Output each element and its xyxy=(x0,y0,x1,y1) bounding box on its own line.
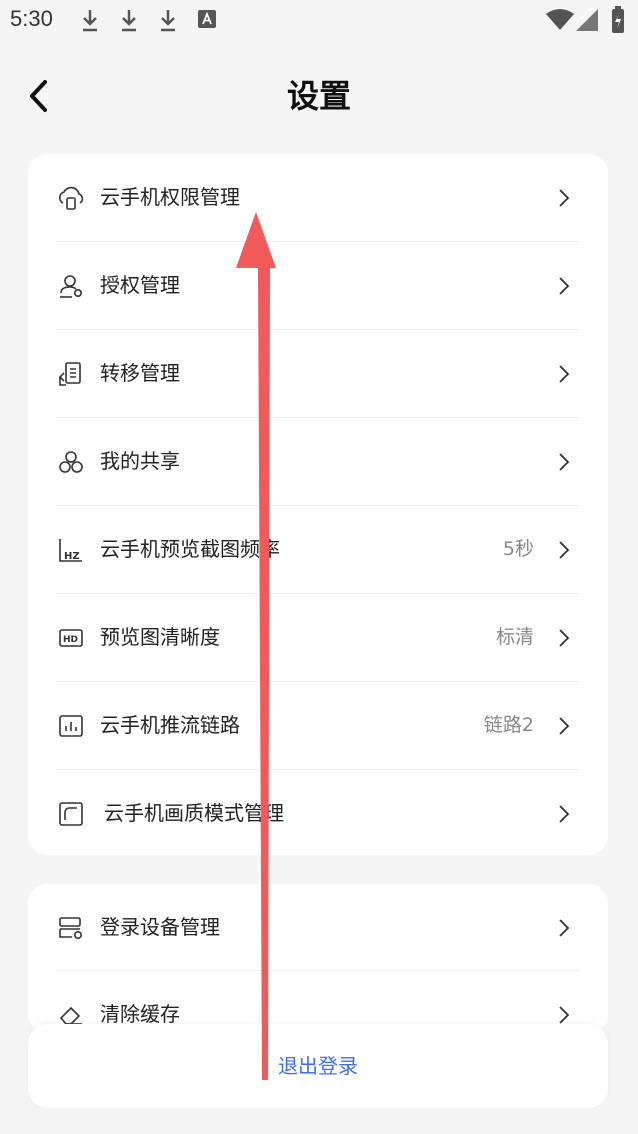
wifi-icon xyxy=(546,9,574,30)
row-value: 标清 xyxy=(495,626,534,648)
chevron-right-icon xyxy=(559,805,570,823)
chevron-right-icon xyxy=(559,717,570,735)
settings-row-login-devices[interactable]: 登录设备管理 xyxy=(28,884,608,971)
chevron-right-icon xyxy=(559,189,570,207)
svg-text:HZ: HZ xyxy=(64,551,80,562)
settings-card-secondary: 登录设备管理 清除缓存 xyxy=(28,884,608,1034)
row-value: 链路2 xyxy=(483,714,534,736)
download-icon xyxy=(161,10,175,32)
hd-icon: HD xyxy=(59,629,83,647)
settings-row-cloud-phone-permissions[interactable]: 云手机权限管理 xyxy=(28,154,608,241)
settings-row-my-share[interactable]: 我的共享 xyxy=(28,418,608,505)
settings-row-preview-clarity[interactable]: HD 预览图清晰度 标清 xyxy=(28,594,608,681)
chevron-right-icon xyxy=(559,277,570,295)
row-value: 5秒 xyxy=(502,538,534,560)
row-label: 转移管理 xyxy=(100,361,180,385)
battery-icon xyxy=(612,6,624,33)
row-label: 云手机权限管理 xyxy=(100,185,240,209)
download-icon xyxy=(122,10,136,32)
transfer-icon xyxy=(58,362,81,386)
row-label: 云手机推流链路 xyxy=(100,713,240,737)
status-bar: 5:30 xyxy=(0,0,638,44)
settings-row-transfer[interactable]: 转移管理 xyxy=(28,330,608,417)
settings-row-authorization[interactable]: 授权管理 xyxy=(28,242,608,329)
chevron-right-icon xyxy=(559,629,570,647)
chevron-right-icon xyxy=(559,541,570,559)
status-time: 5:30 xyxy=(10,6,53,31)
chevron-right-icon xyxy=(559,453,570,471)
row-label: 云手机预览截图频率 xyxy=(100,537,280,561)
quality-mode-icon xyxy=(59,802,83,826)
settings-card-main: 云手机权限管理 授权管理 转移管理 我的共享 HZ 云手机预览截图频率 5秒 H… xyxy=(28,154,608,855)
chart-link-icon xyxy=(59,715,83,737)
a-badge-icon xyxy=(198,10,216,28)
settings-row-preview-screenshot-frequency[interactable]: HZ 云手机预览截图频率 5秒 xyxy=(28,506,608,593)
signal-icon xyxy=(576,9,598,31)
share-icon xyxy=(59,451,83,473)
svg-text:HD: HD xyxy=(63,635,78,645)
row-label: 预览图清晰度 xyxy=(100,625,220,649)
chevron-right-icon xyxy=(559,1006,570,1024)
hz-frequency-icon: HZ xyxy=(59,539,82,562)
user-settings-icon xyxy=(60,275,82,298)
row-label: 云手机画质模式管理 xyxy=(104,801,284,825)
row-label: 登录设备管理 xyxy=(100,915,220,939)
row-label: 我的共享 xyxy=(100,449,180,473)
cloud-phone-icon xyxy=(59,186,84,210)
chevron-right-icon xyxy=(559,919,570,937)
device-login-icon xyxy=(59,917,82,939)
page-title: 设置 xyxy=(286,77,351,115)
row-label: 授权管理 xyxy=(100,273,180,297)
download-icon xyxy=(83,10,97,32)
logout-label: 退出登录 xyxy=(278,1054,358,1078)
logout-button[interactable]: 退出登录 xyxy=(28,1024,608,1108)
chevron-right-icon xyxy=(559,365,570,383)
settings-row-stream-link[interactable]: 云手机推流链路 链路2 xyxy=(28,682,608,769)
settings-row-quality-mode[interactable]: 云手机画质模式管理 xyxy=(28,770,608,857)
